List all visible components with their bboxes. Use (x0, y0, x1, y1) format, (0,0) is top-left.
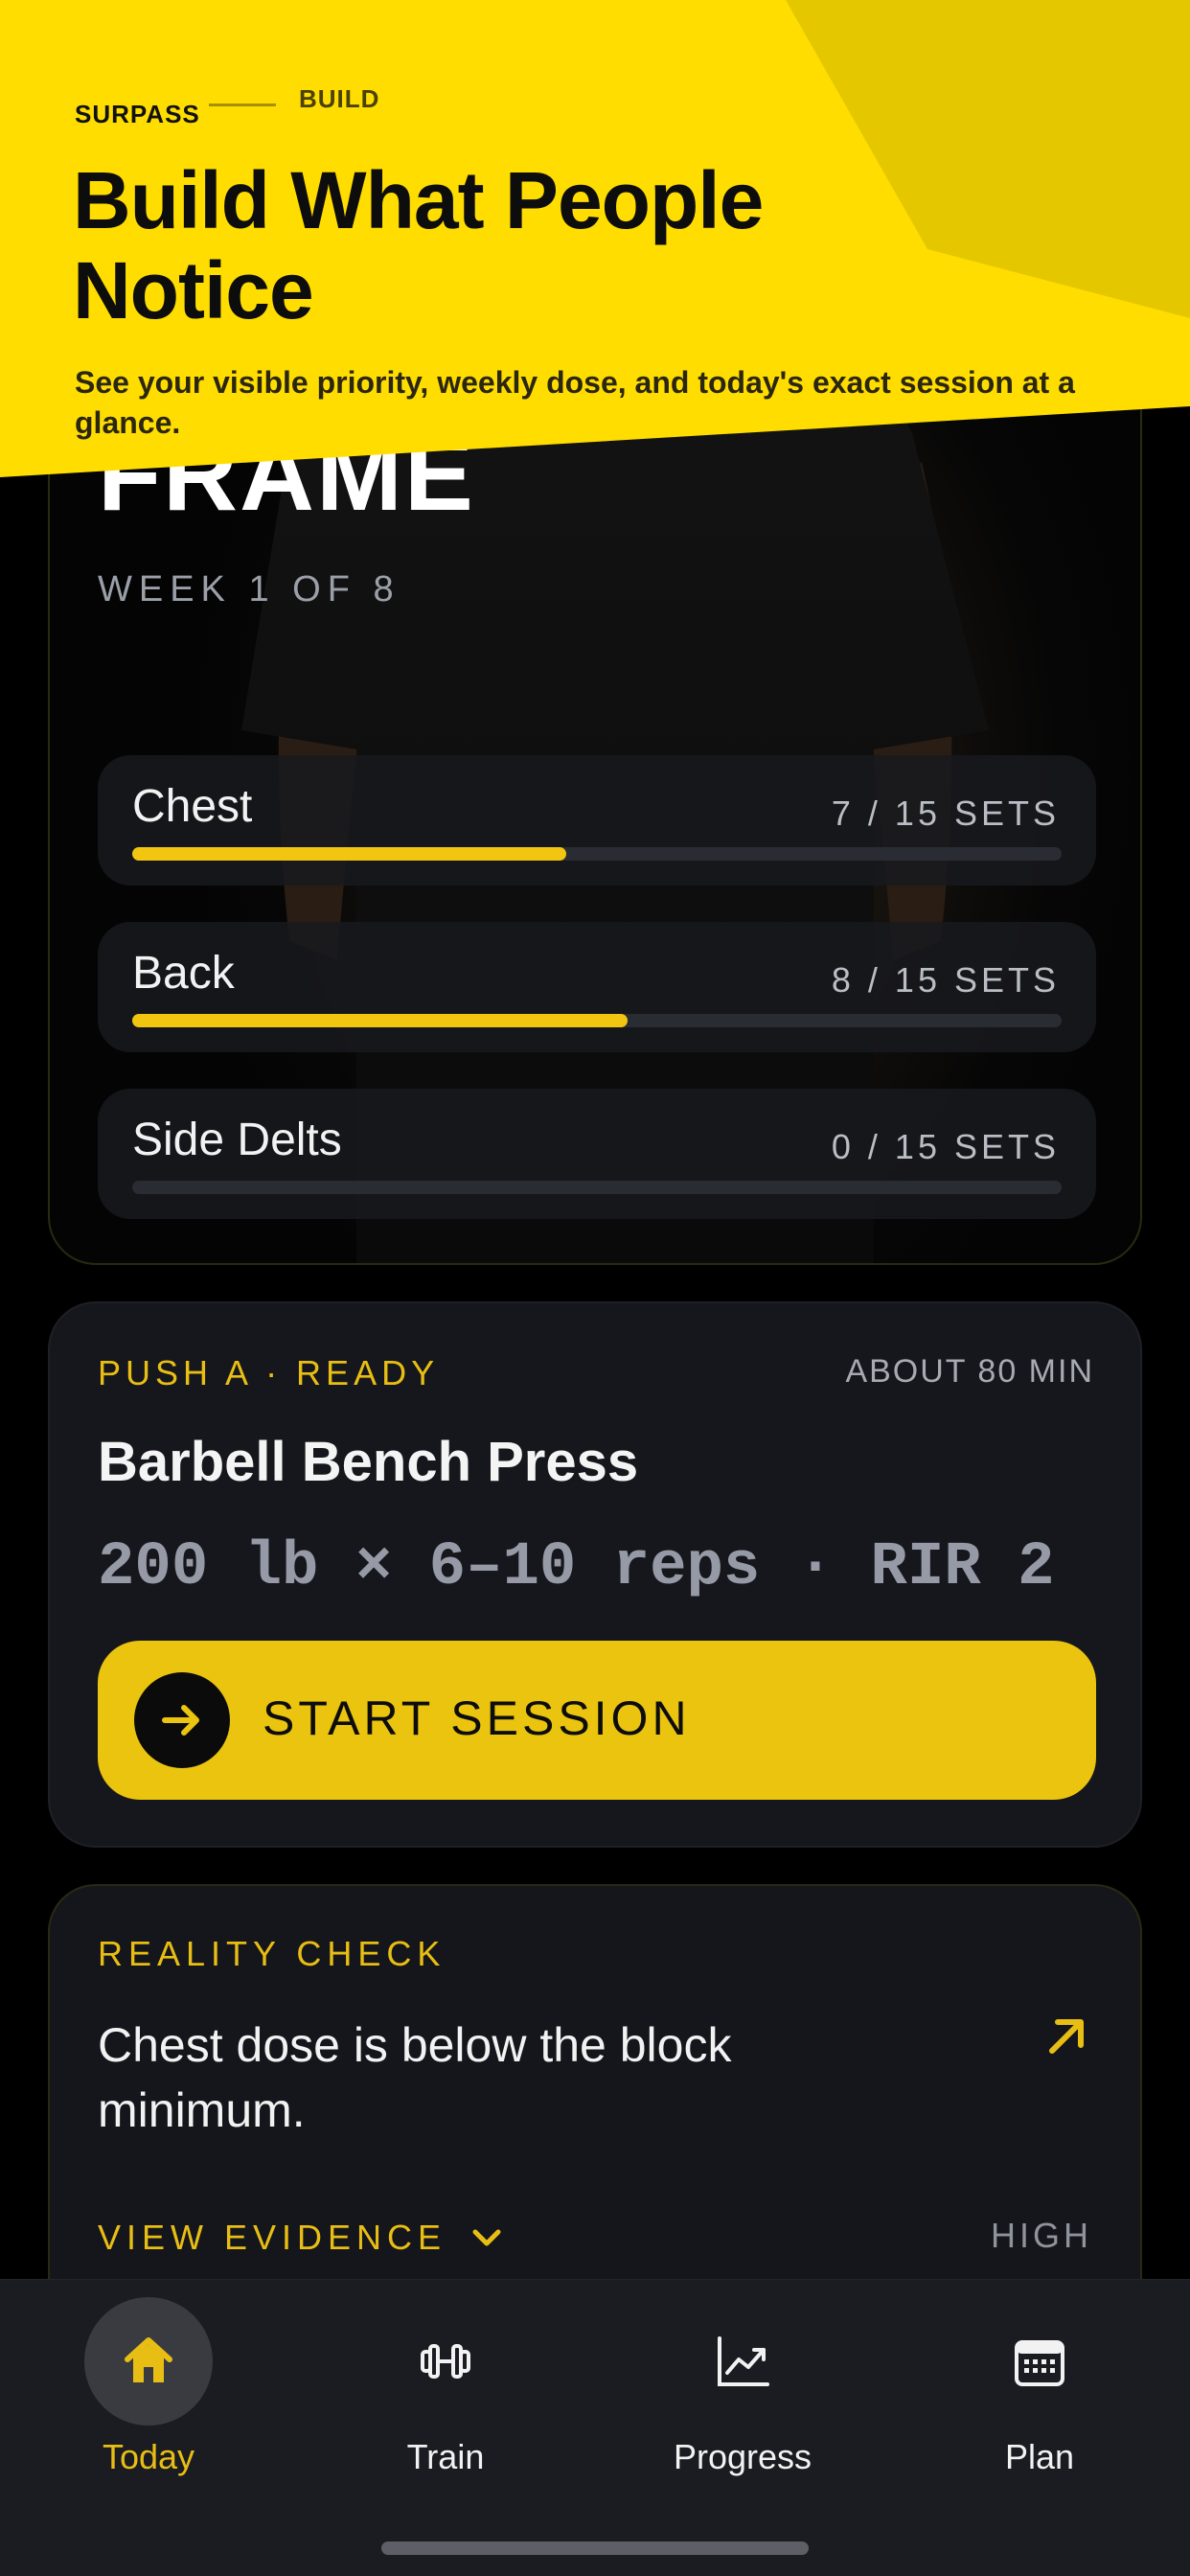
volume-row-chest[interactable]: Chest 7 / 15 SETS (98, 755, 1096, 886)
volume-row-side-delts[interactable]: Side Delts 0 / 15 SETS (98, 1089, 1096, 1219)
tab-today[interactable]: Today (0, 2280, 297, 2510)
volume-progress-bar (132, 847, 1062, 861)
muscle-name: Back (132, 948, 235, 999)
session-card: PUSH A · READY ABOUT 80 MIN Barbell Benc… (48, 1301, 1142, 1848)
session-duration: ABOUT 80 MIN (845, 1353, 1094, 1390)
severity-badge: HIGH (991, 2216, 1092, 2255)
volume-progress-bar (132, 1181, 1062, 1194)
chart-icon (718, 2336, 769, 2386)
set-count: 7 / 15 SETS (831, 794, 1060, 833)
tab-today-icon-bg (84, 2297, 213, 2426)
volume-progress-bar (132, 1014, 1062, 1027)
view-evidence-button[interactable]: VIEW EVIDENCE (98, 2214, 506, 2262)
set-count: 0 / 15 SETS (831, 1127, 1060, 1166)
exercise-target: 200 lb × 6–10 reps · RIR 2 (98, 1533, 1055, 1602)
reality-check-message: Chest dose is below the block minimum. (98, 2018, 732, 2137)
view-evidence-label: VIEW EVIDENCE (98, 2218, 447, 2257)
start-session-button[interactable]: START SESSION (98, 1641, 1096, 1800)
volume-progress-fill (132, 1014, 629, 1027)
session-status: PUSH A · READY (98, 1353, 440, 1392)
brand-name: SURPASS (75, 100, 200, 128)
arrow-up-right-icon[interactable] (1042, 2011, 1092, 2060)
tab-label: Plan (1004, 2437, 1075, 2476)
set-count: 8 / 15 SETS (831, 960, 1060, 1000)
home-icon (125, 2337, 172, 2382)
volume-progress-fill (132, 847, 566, 861)
dumbbell-icon (421, 2344, 470, 2379)
tab-bar: Today Train Progress Plan (0, 2279, 1190, 2576)
tab-plan-icon-bg (975, 2297, 1104, 2426)
volume-row-back[interactable]: Back 8 / 15 SETS (98, 922, 1096, 1052)
step-label: BUILD (299, 84, 380, 113)
week-progress-label: WEEK 1 OF 8 (98, 569, 400, 610)
banner-subtitle: See your visible priority, weekly dose, … (75, 365, 1075, 440)
exercise-name: Barbell Bench Press (98, 1431, 639, 1493)
tab-train-icon-bg (381, 2297, 510, 2426)
tab-progress-icon-bg (678, 2297, 807, 2426)
chevron-down-icon (472, 2229, 501, 2246)
step-divider (209, 104, 276, 106)
tab-train[interactable]: Train (297, 2280, 594, 2510)
tab-label: Train (406, 2437, 485, 2476)
tab-label: Today (102, 2437, 195, 2476)
muscle-name: Chest (132, 781, 253, 832)
tab-label: Progress (673, 2437, 812, 2476)
calendar-icon (1015, 2340, 1064, 2386)
tab-progress[interactable]: Progress (594, 2280, 891, 2510)
banner-title: Build What People Notice (73, 155, 764, 335)
reality-check-heading: REALITY CHECK (98, 1934, 446, 1973)
tab-plan[interactable]: Plan (891, 2280, 1188, 2510)
muscle-name: Side Delts (132, 1115, 342, 1165)
arrow-right-icon (134, 1672, 230, 1768)
onboarding-banner: SURPASS BUILD Build What People Notice S… (0, 0, 1190, 489)
home-indicator (381, 2542, 809, 2555)
start-session-label: START SESSION (263, 1691, 691, 1745)
